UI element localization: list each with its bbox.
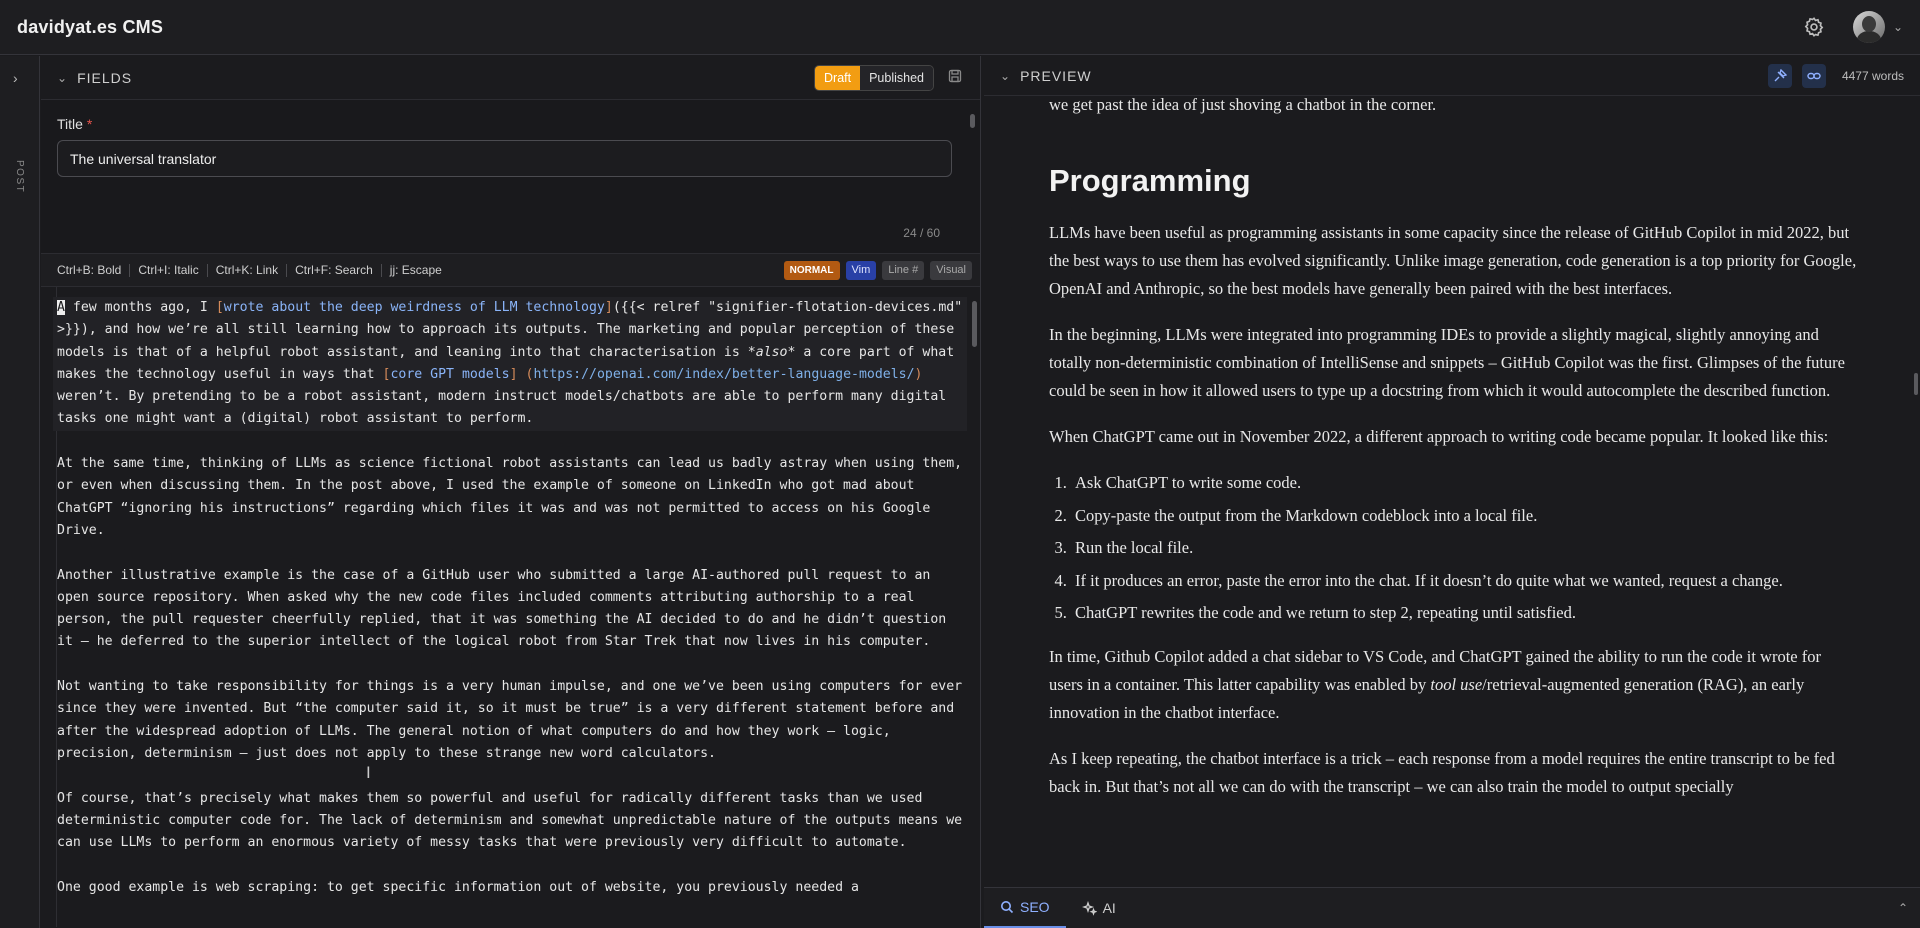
title-field-group: Title * The universal translator 24 / 60 (41, 100, 980, 253)
preview-paragraph: LLMs have been useful as programming ass… (1049, 223, 1857, 298)
editor-scrollbar[interactable] (972, 293, 978, 923)
vim-toggle[interactable]: Vim (845, 260, 877, 280)
save-icon[interactable] (948, 69, 962, 86)
list-item: Copy-paste the output from the Markdown … (1071, 502, 1858, 530)
list-item: Run the local file. (1071, 534, 1858, 562)
editor-link-text: wrote about the deep weirdness of LLM te… (223, 300, 605, 315)
link-icon[interactable] (1801, 63, 1826, 88)
editor-paragraph: Not wanting to take responsibility for t… (57, 679, 971, 761)
user-menu[interactable]: ⌄ (1852, 11, 1903, 43)
preview-content: we get past the idea of just shoving a c… (984, 97, 1920, 887)
markdown-editor[interactable]: A few months ago, I [wrote about the dee… (41, 287, 980, 927)
title-label: Title * (57, 116, 964, 132)
required-mark: * (86, 116, 93, 132)
hint-bold: Ctrl+B: Bold (49, 263, 131, 277)
preview-paragraph: When ChatGPT came out in November 2022, … (1049, 427, 1829, 446)
left-rail: › POST (0, 56, 40, 928)
preview-title: PREVIEW (1020, 67, 1092, 84)
mode-badge: NORMAL (783, 260, 840, 280)
bottom-tabs: SEO AI ⌃ (984, 887, 1920, 928)
preview-paragraph: In the beginning, LLMs were integrated i… (1049, 325, 1845, 400)
rail-label: POST (14, 160, 25, 194)
list-item: If it produces an error, paste the error… (1071, 567, 1858, 595)
editor-paragraph: Another illustrative example is the case… (57, 567, 955, 650)
editor-paragraph: Of course, that’s precisely what makes t… (57, 790, 971, 851)
fields-header: ⌄ FIELDS Draft Published (41, 56, 980, 100)
title-label-text: Title (57, 116, 83, 132)
editor-url: https://openai.com/index/better-language… (533, 366, 915, 382)
editor-paragraph: A few months ago, I [wrote about the dee… (53, 297, 967, 431)
fields-panel: ⌄ FIELDS Draft Published Title * The uni… (41, 56, 981, 928)
preview-tools: 4477 words (1767, 63, 1904, 88)
preview-paragraph: we get past the idea of just shoving a c… (1049, 97, 1437, 114)
topbar-actions: ⌄ (1803, 11, 1903, 43)
preview-paragraph: As I keep repeating, the chatbot interfa… (1049, 749, 1835, 796)
search-icon (1001, 901, 1014, 914)
editor-toolbar: Ctrl+B: Bold Ctrl+I: Italic Ctrl+K: Link… (41, 253, 980, 287)
preview-header: ⌄ PREVIEW 4477 words (984, 56, 1920, 96)
visual-toggle[interactable]: Visual (930, 260, 972, 280)
fields-scrollbar[interactable] (970, 110, 976, 210)
collapse-preview-icon[interactable]: ⌄ (1000, 69, 1010, 83)
preview-paragraph: In time, Github Copilot added a chat sid… (1049, 647, 1821, 722)
published-button[interactable]: Published (860, 65, 933, 90)
fields-title: FIELDS (77, 69, 133, 86)
editor-mode-badges: NORMAL Vim Line # Visual (783, 260, 972, 280)
editor-paragraph: At the same time, thinking of LLMs as sc… (57, 456, 971, 538)
preview-scrollbar[interactable] (1912, 96, 1920, 886)
title-input[interactable]: The universal translator (57, 140, 952, 177)
word-count: 4477 words (1841, 68, 1904, 83)
chevron-up-icon[interactable]: ⌃ (1898, 901, 1908, 915)
tab-ai-label: AI (1102, 900, 1116, 916)
hint-italic: Ctrl+I: Italic (130, 263, 208, 277)
line-numbers-toggle[interactable]: Line # (882, 260, 925, 280)
hint-search: Ctrl+F: Search (287, 263, 382, 277)
sparkle-icon (1081, 900, 1097, 916)
hint-link: Ctrl+K: Link (208, 263, 288, 277)
editor-content[interactable]: A few months ago, I [wrote about the dee… (53, 297, 971, 899)
tab-ai[interactable]: AI (1066, 888, 1132, 928)
preview-panel: ⌄ PREVIEW 4477 words we get past the ide… (984, 56, 1920, 928)
top-bar: davidyat.es CMS ⌄ (0, 0, 1920, 55)
preview-ordered-list: Ask ChatGPT to write some code. Copy-pas… (1049, 469, 1858, 627)
title-char-count: 24 / 60 (903, 226, 940, 240)
list-item: ChatGPT rewrites the code and we return … (1071, 599, 1858, 627)
draft-button[interactable]: Draft (815, 65, 861, 90)
text-cursor: A (57, 300, 65, 315)
app-title: davidyat.es CMS (17, 16, 164, 37)
expand-rail-icon[interactable]: › (13, 70, 18, 86)
chevron-down-icon: ⌄ (1892, 20, 1903, 34)
hint-escape: jj: Escape (389, 262, 442, 277)
preview-heading: Programming (1049, 163, 1251, 198)
ibeam-cursor-icon: I (366, 763, 371, 782)
editor-link-text: core GPT models (390, 366, 510, 382)
sync-scroll-button[interactable] (1767, 63, 1792, 88)
avatar[interactable] (1852, 11, 1885, 43)
tab-seo-label: SEO (1020, 899, 1050, 915)
tab-seo[interactable]: SEO (984, 888, 1066, 928)
editor-paragraph: One good example is web scraping: to get… (57, 879, 859, 895)
collapse-fields-icon[interactable]: ⌄ (57, 71, 67, 85)
gear-icon[interactable] (1803, 16, 1825, 38)
status-toggle: Draft Published (814, 64, 934, 91)
list-item: Ask ChatGPT to write some code. (1071, 469, 1858, 497)
